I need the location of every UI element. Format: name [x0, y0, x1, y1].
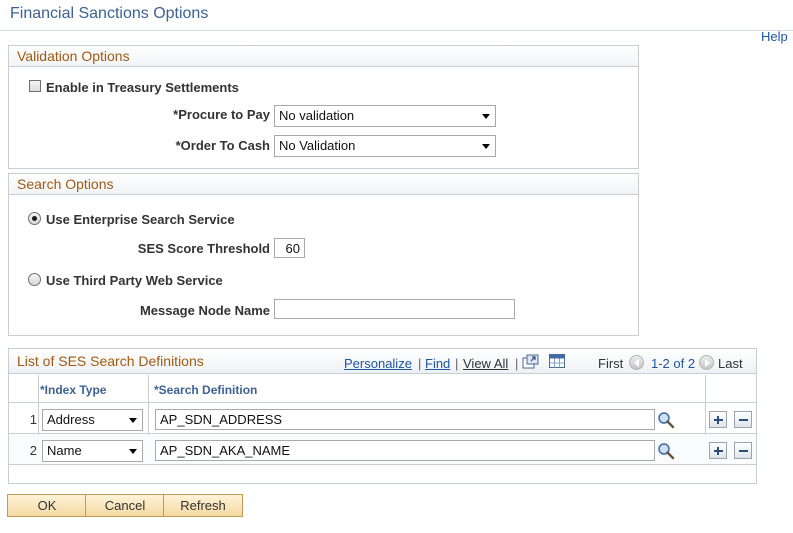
delete-row-button[interactable]: [734, 411, 752, 428]
use-enterprise-search-label: Use Enterprise Search Service: [46, 212, 235, 227]
use-third-party-radio[interactable]: [28, 273, 41, 286]
minus-icon: [739, 419, 748, 421]
validation-options-header: Validation Options: [9, 46, 638, 67]
last-label[interactable]: Last: [718, 356, 743, 371]
row-number: 2: [29, 443, 37, 458]
chevron-down-icon: [129, 418, 137, 423]
minus-icon: [739, 450, 748, 452]
nav-separator: |: [515, 356, 519, 371]
search-lookup-icon[interactable]: [657, 442, 675, 460]
new-window-icon[interactable]: [522, 354, 539, 369]
procure-to-pay-label: *Procure to Pay: [173, 107, 270, 122]
grid-title: List of SES Search Definitions: [17, 353, 204, 369]
table-row: 2 Name: [9, 435, 756, 465]
plus-icon-stem: [717, 447, 719, 455]
index-type-select[interactable]: Name: [42, 440, 143, 462]
chevron-down-icon: [129, 449, 137, 454]
find-link[interactable]: Find: [425, 356, 450, 371]
nav-separator: |: [418, 356, 422, 371]
message-node-name-input[interactable]: [274, 299, 515, 319]
nav-separator: |: [455, 356, 459, 371]
index-type-value: Address: [47, 412, 95, 427]
order-to-cash-label: *Order To Cash: [175, 138, 270, 153]
refresh-button[interactable]: Refresh: [163, 494, 243, 517]
row-number: 1: [29, 412, 37, 427]
use-enterprise-search-radio[interactable]: [28, 212, 41, 225]
add-row-button[interactable]: [709, 411, 727, 428]
index-type-value: Name: [47, 443, 82, 458]
plus-icon-stem: [717, 416, 719, 424]
table-row: 1 Address: [9, 404, 756, 434]
column-header-search-definition[interactable]: *Search Definition: [154, 383, 257, 397]
validation-options-group: Validation Options Enable in Treasury Se…: [8, 45, 639, 169]
ses-score-threshold-input[interactable]: [274, 238, 305, 258]
add-row-button[interactable]: [709, 442, 727, 459]
personalize-link[interactable]: Personalize: [344, 356, 412, 371]
grid-column-header-row: *Index Type *Search Definition: [9, 375, 756, 403]
next-row-icon[interactable]: [699, 355, 714, 370]
message-node-name-label: Message Node Name: [139, 303, 270, 318]
row-range-text: 1-2 of 2: [651, 356, 696, 371]
search-lookup-icon[interactable]: [657, 411, 675, 429]
procure-to-pay-select[interactable]: No validation: [274, 105, 496, 127]
ok-button[interactable]: OK: [7, 494, 87, 517]
cancel-button[interactable]: Cancel: [85, 494, 165, 517]
first-label[interactable]: First: [598, 356, 623, 371]
download-to-excel-icon[interactable]: [549, 354, 565, 368]
procure-to-pay-value: No validation: [279, 108, 355, 123]
ses-score-threshold-label: SES Score Threshold: [137, 241, 270, 256]
help-link[interactable]: Help: [761, 29, 788, 44]
order-to-cash-select[interactable]: No Validation: [274, 135, 496, 157]
page-title: Financial Sanctions Options: [10, 5, 209, 22]
title-divider: [0, 30, 793, 31]
delete-row-button[interactable]: [734, 442, 752, 459]
enable-treasury-label: Enable in Treasury Settlements: [46, 80, 239, 95]
grid-header: List of SES Search Definitions Personali…: [9, 349, 756, 374]
order-to-cash-value: No Validation: [279, 138, 356, 153]
chevron-down-icon: [482, 114, 490, 119]
column-header-index-type[interactable]: *Index Type: [40, 383, 106, 397]
search-options-group: Search Options Use Enterprise Search Ser…: [8, 173, 639, 336]
search-options-header: Search Options: [9, 174, 638, 195]
search-definition-input[interactable]: [155, 440, 655, 461]
view-all-link[interactable]: View All: [463, 356, 508, 371]
previous-row-icon[interactable]: [629, 355, 644, 370]
search-definition-input[interactable]: [155, 409, 655, 430]
use-third-party-label: Use Third Party Web Service: [46, 273, 223, 288]
index-type-select[interactable]: Address: [42, 409, 143, 431]
enable-treasury-checkbox[interactable]: [29, 80, 41, 92]
ses-search-definitions-grid: List of SES Search Definitions Personali…: [8, 348, 757, 484]
chevron-down-icon: [482, 144, 490, 149]
